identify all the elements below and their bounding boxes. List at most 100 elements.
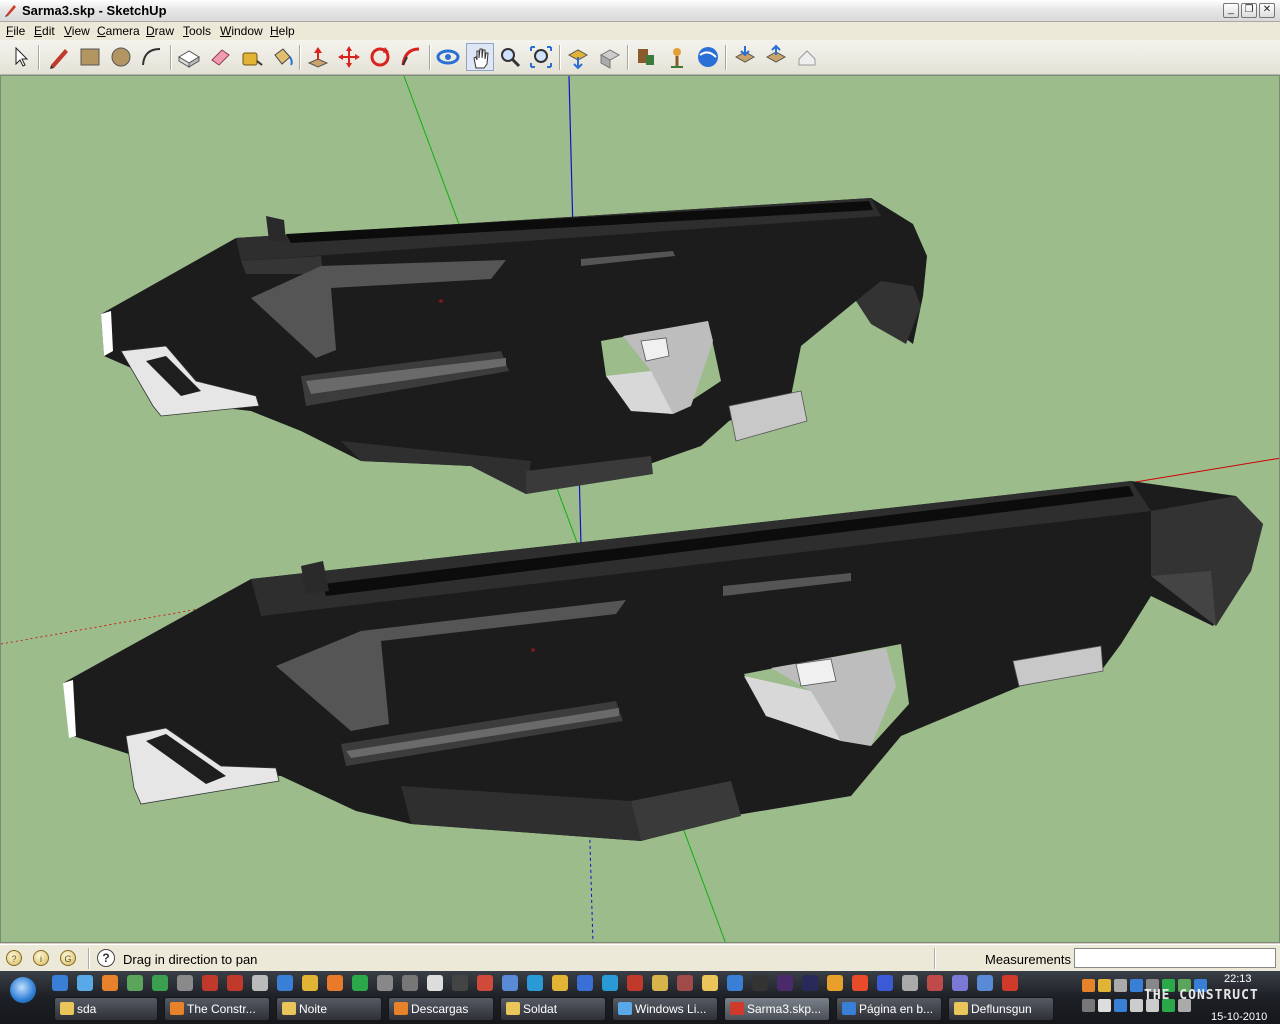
app-quick-icon[interactable]	[952, 975, 968, 991]
tray-app-icon[interactable]	[1114, 979, 1127, 992]
orbit-icon[interactable]	[434, 43, 462, 71]
zoom-icon[interactable]	[496, 43, 524, 71]
clock-date[interactable]: 15-10-2010	[1211, 1011, 1267, 1023]
app-quick-icon[interactable]	[602, 975, 618, 991]
share-model-2-icon[interactable]	[762, 43, 790, 71]
rotate-icon[interactable]	[366, 43, 394, 71]
premiere-quick-icon[interactable]	[777, 975, 793, 991]
google-earth-icon[interactable]	[694, 43, 722, 71]
eraser-icon[interactable]	[206, 43, 234, 71]
help-icon[interactable]: ?	[97, 949, 115, 967]
app-quick-icon[interactable]	[327, 975, 343, 991]
model-info-icon[interactable]	[793, 43, 821, 71]
tray-app-icon[interactable]	[1082, 979, 1095, 992]
upper-gun-model[interactable]	[101, 198, 927, 494]
dvd-quick-icon[interactable]	[202, 975, 218, 991]
circle-icon[interactable]	[107, 43, 135, 71]
tray-app-icon[interactable]	[1114, 999, 1127, 1012]
app-quick-icon[interactable]	[177, 975, 193, 991]
rectangle-icon[interactable]	[76, 43, 104, 71]
taskbar-item[interactable]: Deflunsgun	[948, 997, 1054, 1021]
google-sign-in-icon[interactable]: G	[60, 950, 76, 966]
app-quick-icon[interactable]	[402, 975, 418, 991]
lower-gun-model[interactable]	[63, 481, 1263, 841]
tray-app-icon[interactable]	[1130, 999, 1143, 1012]
chrome-quick-icon[interactable]	[852, 975, 868, 991]
app-quick-icon[interactable]	[552, 975, 568, 991]
app-quick-icon[interactable]	[502, 975, 518, 991]
app-quick-icon[interactable]	[352, 975, 368, 991]
taskbar-item[interactable]: Página en b...	[836, 997, 942, 1021]
model-canvas[interactable]	[1, 76, 1280, 943]
skype-quick-icon[interactable]	[527, 975, 543, 991]
app-quick-icon[interactable]	[127, 975, 143, 991]
follow-me-icon[interactable]	[397, 43, 425, 71]
taskbar-item[interactable]: Soldat	[500, 997, 606, 1021]
start-button[interactable]	[10, 977, 36, 1003]
messenger-quick-icon[interactable]	[77, 975, 93, 991]
app-quick-icon[interactable]	[427, 975, 443, 991]
paint-bucket-icon[interactable]	[268, 43, 296, 71]
credits-icon[interactable]: i	[33, 950, 49, 966]
tray-app-icon[interactable]	[1098, 999, 1111, 1012]
pan-hand-icon[interactable]	[466, 43, 494, 71]
get-models-2-icon[interactable]	[731, 43, 759, 71]
app-quick-icon[interactable]	[577, 975, 593, 991]
geo-location-icon[interactable]: ?	[6, 950, 22, 966]
app-quick-icon[interactable]	[827, 975, 843, 991]
menu-camera[interactable]: Camera	[97, 24, 140, 38]
menu-file[interactable]: File	[6, 24, 25, 38]
app-quick-icon[interactable]	[452, 975, 468, 991]
app-quick-icon[interactable]	[477, 975, 493, 991]
taskbar-item[interactable]: sda	[54, 997, 158, 1021]
tray-app-icon[interactable]	[1082, 999, 1095, 1012]
share-model-icon[interactable]	[596, 43, 624, 71]
model-viewport[interactable]	[0, 75, 1280, 943]
taskbar-item[interactable]: Noite	[276, 997, 382, 1021]
menu-draw[interactable]: Draw	[146, 24, 174, 38]
menu-view[interactable]: View	[64, 24, 90, 38]
app-quick-icon[interactable]	[877, 975, 893, 991]
pencil-icon[interactable]	[45, 43, 73, 71]
app-quick-icon[interactable]	[252, 975, 268, 991]
taskbar-item[interactable]: Windows Li...	[612, 997, 718, 1021]
show-desktop-icon[interactable]	[52, 975, 68, 991]
restore-button[interactable]: ❐	[1241, 3, 1257, 18]
app-quick-icon[interactable]	[902, 975, 918, 991]
zoom-extents-icon[interactable]	[527, 43, 555, 71]
menu-edit[interactable]: Edit	[34, 24, 55, 38]
close-button[interactable]: ✕	[1259, 3, 1275, 18]
app-quick-icon[interactable]	[152, 975, 168, 991]
app-quick-icon[interactable]	[727, 975, 743, 991]
measurements-input[interactable]	[1074, 948, 1276, 968]
app-quick-icon[interactable]	[927, 975, 943, 991]
tray-app-icon[interactable]	[1130, 979, 1143, 992]
taskbar-item[interactable]: Descargas	[388, 997, 494, 1021]
folder-quick-icon[interactable]	[702, 975, 718, 991]
taskbar-item-active[interactable]: Sarma3.skp...	[724, 997, 830, 1021]
components-icon[interactable]	[632, 43, 660, 71]
sketchup-quick-icon[interactable]	[1002, 975, 1018, 991]
app-quick-icon[interactable]	[652, 975, 668, 991]
menu-tools[interactable]: Tools	[183, 24, 211, 38]
move-icon[interactable]	[335, 43, 363, 71]
menu-help[interactable]: Help	[270, 24, 295, 38]
after-effects-quick-icon[interactable]	[802, 975, 818, 991]
app-quick-icon[interactable]	[677, 975, 693, 991]
app-quick-icon[interactable]	[277, 975, 293, 991]
steam-quick-icon[interactable]	[752, 975, 768, 991]
app-quick-icon[interactable]	[302, 975, 318, 991]
app-quick-icon[interactable]	[977, 975, 993, 991]
add-location-icon[interactable]	[663, 43, 691, 71]
minimize-button[interactable]: _	[1223, 3, 1239, 18]
taskbar-item[interactable]: The Constr...	[164, 997, 270, 1021]
tray-shield-icon[interactable]	[1098, 979, 1111, 992]
get-models-icon[interactable]	[564, 43, 592, 71]
push-pull-icon[interactable]	[304, 43, 332, 71]
app-quick-icon[interactable]	[377, 975, 393, 991]
clock-time[interactable]: 22:13	[1224, 973, 1252, 985]
tape-measure-icon[interactable]	[237, 43, 265, 71]
app-quick-icon[interactable]	[627, 975, 643, 991]
dvd-quick-icon[interactable]	[227, 975, 243, 991]
firefox-quick-icon[interactable]	[102, 975, 118, 991]
